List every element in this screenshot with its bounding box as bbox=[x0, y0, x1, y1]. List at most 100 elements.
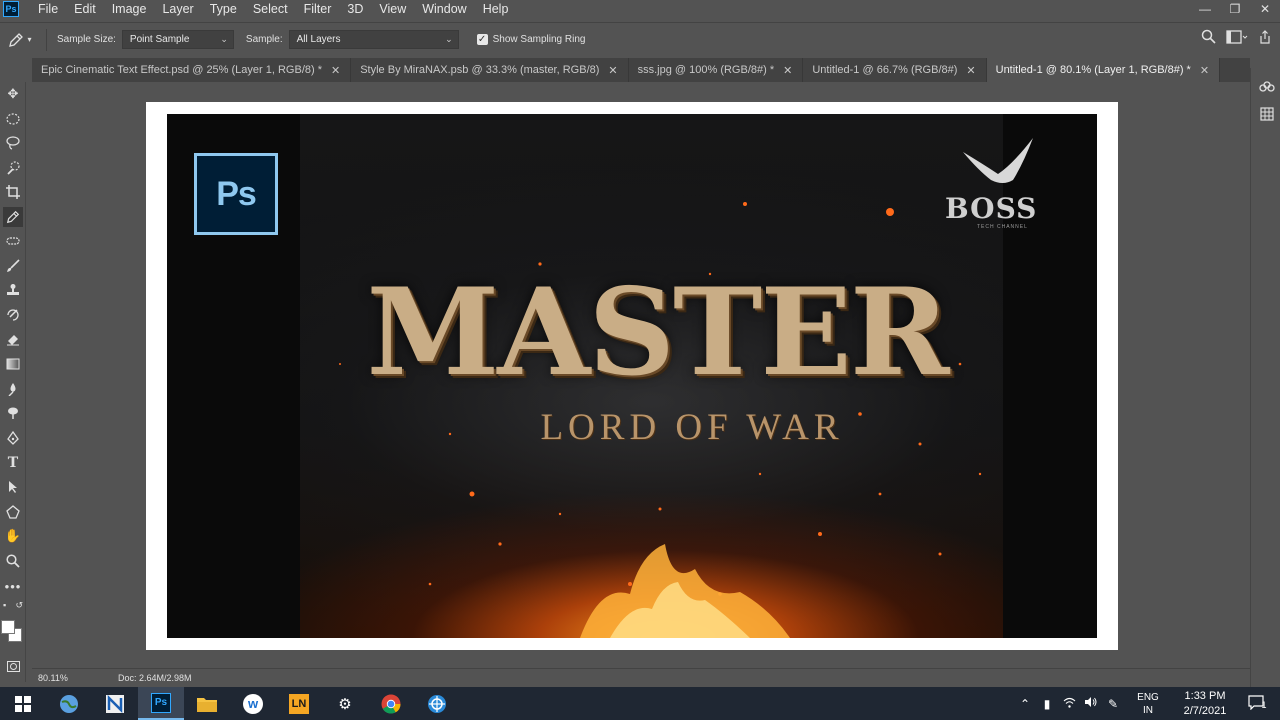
zoom-tool-icon[interactable] bbox=[3, 551, 23, 571]
close-icon[interactable]: ✕ bbox=[331, 64, 340, 77]
menu-view[interactable]: View bbox=[371, 0, 414, 18]
move-tool-icon[interactable]: ✥ bbox=[3, 84, 23, 104]
crop-tool-icon[interactable] bbox=[3, 182, 23, 202]
menu-edit[interactable]: Edit bbox=[66, 0, 104, 18]
tab-label: Epic Cinematic Text Effect.psd @ 25% (La… bbox=[41, 64, 322, 76]
w-app-icon[interactable]: w bbox=[230, 687, 276, 720]
gradient-tool-icon[interactable] bbox=[3, 354, 23, 374]
ln-app-icon[interactable]: LN bbox=[276, 687, 322, 720]
clock[interactable]: 1:33 PM 2/7/2021 bbox=[1170, 689, 1240, 719]
quick-select-tool-icon[interactable] bbox=[3, 158, 23, 178]
battery-icon[interactable]: ▮ bbox=[1036, 697, 1058, 711]
options-bar: ▾ Sample Size: Point Sample ⌄ Sample: Al… bbox=[0, 22, 1280, 56]
shape-tool-icon[interactable] bbox=[3, 502, 23, 522]
ln-app-label: LN bbox=[289, 693, 309, 714]
lord-of-war-subtitle: LORD OF WAR bbox=[540, 407, 844, 448]
menu-type[interactable]: Type bbox=[202, 0, 245, 18]
foreground-color-swatch[interactable] bbox=[1, 620, 15, 634]
globe-app-icon[interactable] bbox=[46, 687, 92, 720]
menu-file[interactable]: File bbox=[30, 0, 66, 18]
close-icon[interactable]: ✕ bbox=[783, 64, 792, 77]
menu-bar: Ps File Edit Image Layer Type Select Fil… bbox=[0, 0, 1280, 18]
show-sampling-ring-toggle[interactable]: ✓ Show Sampling Ring bbox=[476, 34, 585, 45]
zoom-level[interactable]: 80.11% bbox=[32, 673, 76, 683]
chevron-down-icon: ⌄ bbox=[220, 34, 228, 44]
menu-items: File Edit Image Layer Type Select Filter… bbox=[30, 0, 516, 18]
sample-size-select[interactable]: Point Sample ⌄ bbox=[121, 30, 234, 49]
history-brush-tool-icon[interactable] bbox=[3, 305, 23, 325]
tab-document-4[interactable]: Untitled-1 @ 66.7% (RGB/8#) ✕ bbox=[803, 58, 987, 82]
type-tool-icon[interactable]: T bbox=[3, 453, 23, 473]
sample-size-value: Point Sample bbox=[129, 34, 190, 45]
quick-mask-icon[interactable] bbox=[3, 656, 23, 676]
tab-document-3[interactable]: sss.jpg @ 100% (RGB/8#) * ✕ bbox=[629, 58, 804, 82]
libraries-icon[interactable] bbox=[1259, 80, 1275, 96]
menu-window[interactable]: Window bbox=[414, 0, 474, 18]
windows-taskbar: Ps w LN ⚙ ⌃ ▮ ✎ ENG IN 1:33 PM 2/7/2021 … bbox=[0, 687, 1280, 720]
file-explorer-icon[interactable] bbox=[184, 687, 230, 720]
menu-filter[interactable]: Filter bbox=[296, 0, 340, 18]
tab-document-5-active[interactable]: Untitled-1 @ 80.1% (Layer 1, RGB/8#) * ✕ bbox=[986, 58, 1221, 82]
eyedropper-tool-icon[interactable] bbox=[3, 207, 23, 227]
sampling-ring-checkbox[interactable]: ✓ bbox=[476, 34, 488, 45]
photoshop-badge-logo: Ps bbox=[194, 153, 278, 235]
tab-label: Untitled-1 @ 80.1% (Layer 1, RGB/8#) * bbox=[995, 64, 1191, 76]
dodge-tool-icon[interactable] bbox=[3, 403, 23, 423]
menu-3d[interactable]: 3D bbox=[339, 0, 371, 18]
artwork-image[interactable]: Ps BOSS TECH CHANNEL MASTER LORD OF WAR bbox=[167, 114, 1097, 638]
tab-document-2[interactable]: Style By MiraNAX.psb @ 33.3% (master, RG… bbox=[351, 58, 629, 82]
minimize-button[interactable]: — bbox=[1190, 0, 1220, 18]
share-icon[interactable] bbox=[1258, 29, 1272, 47]
workspace-icon[interactable] bbox=[1226, 29, 1248, 47]
pen-tool-icon[interactable] bbox=[3, 428, 23, 448]
eraser-tool-icon[interactable] bbox=[3, 329, 23, 349]
notification-center-icon[interactable]: 1 bbox=[1240, 694, 1280, 713]
tab-document-1[interactable]: Epic Cinematic Text Effect.psd @ 25% (La… bbox=[32, 58, 352, 82]
path-select-tool-icon[interactable] bbox=[3, 477, 23, 497]
hand-tool-icon[interactable]: ✋ bbox=[3, 526, 23, 546]
w-app-label: w bbox=[243, 693, 263, 714]
chrome-icon[interactable] bbox=[368, 687, 414, 720]
wifi-icon[interactable] bbox=[1058, 697, 1080, 711]
more-tools-icon[interactable]: ••• bbox=[3, 576, 23, 596]
close-icon[interactable]: ✕ bbox=[1200, 64, 1209, 77]
restore-button[interactable]: ❐ bbox=[1220, 0, 1250, 18]
grid-panel-icon[interactable] bbox=[1259, 106, 1275, 122]
document-size[interactable]: Doc: 2.64M/2.98M bbox=[118, 673, 192, 683]
language-indicator[interactable]: ENG IN bbox=[1130, 691, 1166, 717]
healing-tool-icon[interactable] bbox=[3, 231, 23, 251]
eyedropper-icon[interactable]: ▾ bbox=[0, 32, 40, 48]
sample-label: Sample: bbox=[245, 34, 283, 45]
status-bar: 80.11% Doc: 2.64M/2.98M bbox=[32, 668, 1250, 686]
stamp-tool-icon[interactable] bbox=[3, 280, 23, 300]
close-icon[interactable]: ✕ bbox=[966, 64, 975, 77]
swap-colors-icon[interactable]: ▪ ↺ bbox=[3, 599, 23, 611]
settings-gear-icon[interactable]: ⚙ bbox=[322, 687, 368, 720]
close-button[interactable]: ✕ bbox=[1250, 0, 1280, 18]
menu-select[interactable]: Select bbox=[245, 0, 296, 18]
brush-tool-icon[interactable] bbox=[3, 256, 23, 276]
region-code: IN bbox=[1143, 704, 1153, 716]
menu-layer[interactable]: Layer bbox=[154, 0, 201, 18]
windows-start-icon[interactable] bbox=[0, 687, 46, 720]
blur-tool-icon[interactable] bbox=[3, 379, 23, 399]
photoshop-logo-icon[interactable]: Ps bbox=[3, 1, 19, 17]
volume-icon[interactable] bbox=[1080, 696, 1102, 711]
sample-select[interactable]: All Layers ⌄ bbox=[288, 30, 459, 49]
window-controls: — ❐ ✕ bbox=[1190, 0, 1280, 18]
photoshop-taskbar-icon[interactable]: Ps bbox=[138, 687, 184, 720]
lasso-tool-icon[interactable] bbox=[3, 133, 23, 153]
marquee-tool-icon[interactable] bbox=[3, 109, 23, 129]
boss-logo-subtitle: TECH CHANNEL bbox=[977, 224, 1028, 230]
search-icon[interactable] bbox=[1201, 29, 1216, 47]
master-title-text: MASTER bbox=[366, 262, 949, 403]
network-app-icon[interactable] bbox=[414, 687, 460, 720]
chevron-up-icon[interactable]: ⌃ bbox=[1014, 697, 1036, 711]
n-app-icon[interactable] bbox=[92, 687, 138, 720]
menu-image[interactable]: Image bbox=[104, 0, 155, 18]
tab-label: sss.jpg @ 100% (RGB/8#) * bbox=[637, 64, 775, 76]
photoshop-taskbar-label: Ps bbox=[151, 692, 171, 713]
menu-help[interactable]: Help bbox=[475, 0, 517, 18]
pen-input-icon[interactable]: ✎ bbox=[1102, 697, 1124, 711]
close-icon[interactable]: ✕ bbox=[608, 64, 617, 77]
